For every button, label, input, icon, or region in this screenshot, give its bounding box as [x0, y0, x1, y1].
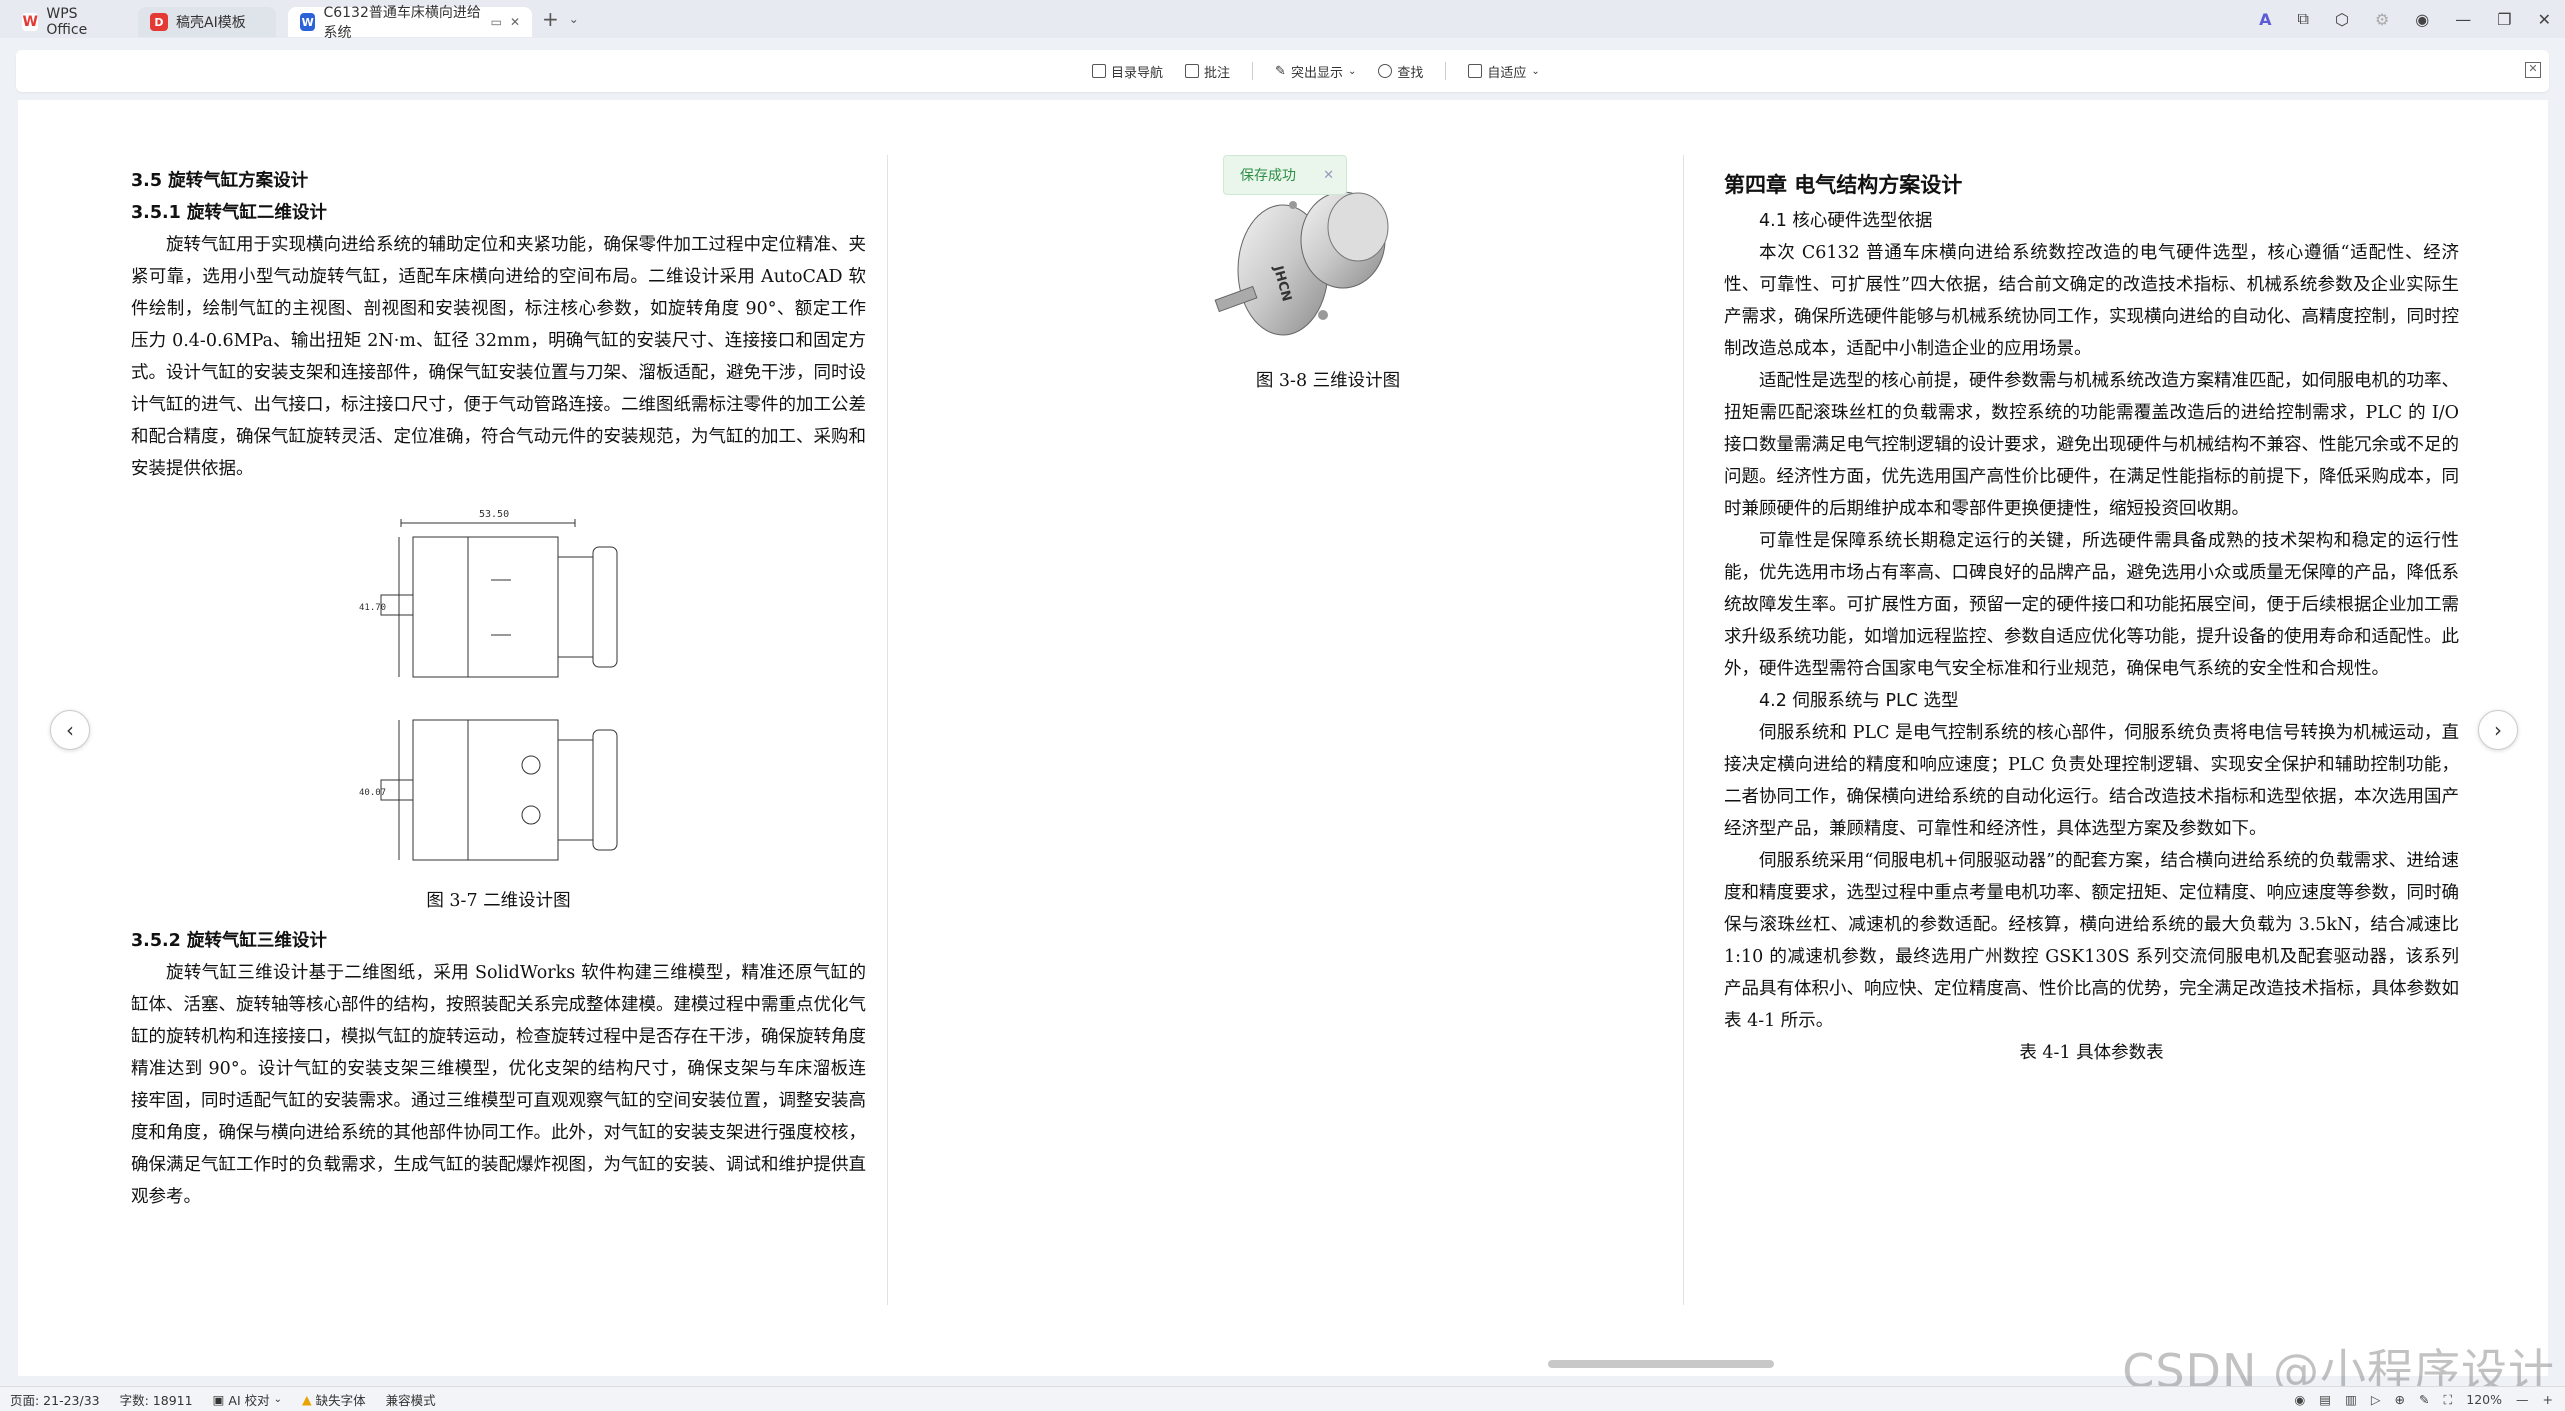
divider — [1445, 62, 1447, 80]
chevron-right-icon: › — [2494, 718, 2502, 742]
status-bar: 页面: 21-23/33 字数: 18911 ▣ AI 校对 ⌄ ▲ 缺失字体 … — [0, 1386, 2565, 1411]
monitor-icon[interactable]: ▭ — [491, 15, 502, 29]
page-indicator[interactable]: 页面: 21-23/33 — [0, 1390, 110, 1409]
write-mode-icon[interactable]: ✎ — [2419, 1392, 2429, 1407]
close-icon[interactable]: ✕ — [2538, 10, 2551, 29]
paragraph: 旋转气缸三维设计基于二维图纸，采用 SolidWorks 软件构建三维模型，精准… — [131, 963, 866, 1207]
page-view-icon[interactable]: ▤ — [2319, 1392, 2331, 1407]
close-icon[interactable]: ✕ — [1323, 168, 1334, 183]
tab-wps-office[interactable]: W WPS Office — [10, 6, 128, 38]
zoom-out-icon[interactable]: — — [2516, 1392, 2529, 1407]
restore-icon[interactable]: ❐ — [2497, 10, 2511, 29]
find-button[interactable]: 查找 — [1378, 62, 1423, 81]
figure-caption: 图 3-7 二维设计图 — [426, 891, 571, 911]
compat-mode: 兼容模式 — [385, 1392, 436, 1408]
paragraph: 伺服系统采用“伺服电机+伺服驱动器”的配套方案，结合横向进给系统的负载需求、进给… — [1724, 851, 2459, 1031]
section-heading: 4.2 伺服系统与 PLC 选型 — [1759, 691, 1959, 711]
prev-page-button[interactable]: ‹ — [50, 710, 90, 750]
toc-nav-button[interactable]: 目录导航 — [1092, 62, 1163, 81]
exit-reading-icon[interactable]: ✕ — [2525, 62, 2541, 78]
paragraph: 可靠性是保障系统长期稳定运行的关键，所选硬件需具备成熟的技术架构和稳定的运行性能… — [1724, 531, 2459, 679]
wps-logo-icon: W — [22, 13, 39, 31]
avatar[interactable]: ◉ — [2415, 10, 2429, 29]
zoom-level[interactable]: 120% — [2466, 1392, 2502, 1407]
chevron-down-icon[interactable]: ⌄ — [569, 12, 579, 26]
next-page-button[interactable]: › — [2478, 710, 2518, 750]
tab-label: C6132普通车床横向进给系统 — [323, 5, 481, 41]
chevron-down-icon: ⌄ — [1347, 65, 1357, 77]
comment-button[interactable]: 批注 — [1185, 62, 1230, 81]
subsection-heading: 3.5.2 旋转气缸三维设计 — [131, 931, 327, 951]
chevron-down-icon: ⌄ — [273, 1393, 282, 1405]
eye-icon[interactable]: ◉ — [2294, 1392, 2305, 1407]
highlight-button[interactable]: ✎ 突出显示 ⌄ — [1275, 62, 1356, 81]
minimize-icon[interactable]: — — [2455, 10, 2471, 29]
warning-icon: ▲ — [302, 1391, 312, 1407]
toc-icon — [1092, 64, 1106, 78]
page-22: JHCN 图 3-8 三维设计图 — [1118, 165, 1538, 397]
window-layout-icon[interactable]: ⧉ — [2298, 9, 2309, 29]
fit-page-icon — [1468, 64, 1483, 78]
paragraph: 伺服系统和 PLC 是电气控制系统的核心部件，伺服系统负责将电信号转换为机械运动… — [1724, 723, 2459, 839]
reading-toolbar: 目录导航 批注 ✎ 突出显示 ⌄ 查找 自适应 ⌄ ✕ — [16, 50, 2549, 92]
subsection-heading: 3.5.1 旋转气缸二维设计 — [131, 203, 327, 223]
figure-2d-drawing: 53.50 41.70 40.07 — [131, 485, 866, 885]
cad-drawing: 53.50 41.70 40.07 — [359, 509, 618, 861]
outline-view-icon[interactable]: ▥ — [2345, 1392, 2357, 1407]
save-success-toast: 保存成功 ✕ — [1223, 155, 1347, 195]
fit-icon[interactable]: ⛶ — [2444, 1392, 2453, 1408]
chevron-left-icon: ‹ — [66, 718, 74, 742]
word-count[interactable]: 字数: 18911 — [110, 1390, 203, 1409]
dimension-label: 53.50 — [479, 509, 509, 520]
proofread-icon: ▣ — [212, 1391, 225, 1407]
settings-icon[interactable]: ⚙ — [2375, 10, 2389, 29]
play-icon[interactable]: ▷ — [2371, 1392, 2381, 1407]
close-tab-icon[interactable]: ✕ — [510, 15, 520, 29]
tab-label: WPS Office — [46, 6, 88, 38]
page-divider — [1683, 155, 1684, 1305]
page-21: 3.5 旋转气缸方案设计 3.5.1 旋转气缸二维设计 旋转气缸用于实现横向进给… — [131, 165, 866, 1213]
document-canvas[interactable]: 3.5 旋转气缸方案设计 3.5.1 旋转气缸二维设计 旋转气缸用于实现横向进给… — [18, 100, 2548, 1376]
figure-caption: 图 3-8 三维设计图 — [1255, 371, 1401, 391]
section-heading: 3.5 旋转气缸方案设计 — [131, 171, 309, 191]
table-caption: 表 4-1 具体参数表 — [2019, 1043, 2164, 1063]
dimension-label: 41.70 — [359, 603, 386, 613]
chapter-title: 第四章 电气结构方案设计 — [1724, 173, 1963, 197]
section-heading: 4.1 核心硬件选型依据 — [1759, 211, 1933, 231]
missing-font-button[interactable]: ▲ 缺失字体 — [292, 1390, 376, 1409]
tab-document[interactable]: W C6132普通车床横向进给系统 ▭ ✕ — [288, 5, 532, 41]
word-doc-icon: W — [300, 13, 316, 31]
web-view-icon[interactable]: ⊕ — [2395, 1392, 2405, 1407]
zoom-in-icon[interactable]: + — [2543, 1392, 2553, 1407]
tab-ai-template[interactable]: D 稿壳AI模板 — [138, 7, 276, 37]
page-divider — [887, 155, 888, 1305]
paragraph: 本次 C6132 普通车床横向进给系统数控改造的电气硬件选型，核心遵循“适配性、… — [1724, 243, 2459, 359]
title-bar: W WPS Office D 稿壳AI模板 W C6132普通车床横向进给系统 … — [0, 0, 2565, 41]
cube-icon[interactable]: ⬡ — [2335, 10, 2349, 29]
highlighter-icon: ✎ — [1275, 63, 1286, 79]
ai-proofread-button[interactable]: ▣ AI 校对 ⌄ — [203, 1390, 292, 1409]
horizontal-scrollbar[interactable] — [1548, 1360, 1774, 1368]
tab-label: 稿壳AI模板 — [176, 15, 246, 31]
fit-button[interactable]: 自适应 ⌄ — [1468, 62, 1540, 81]
window-controls: A ⧉ ⬡ ⚙ ◉ — ❐ ✕ — [2259, 0, 2551, 38]
ai-assistant-icon[interactable]: A — [2259, 10, 2271, 29]
chevron-down-icon: ⌄ — [1531, 65, 1540, 77]
docer-logo-icon: D — [150, 13, 168, 31]
page-23: 第四章 电气结构方案设计 4.1 核心硬件选型依据 本次 C6132 普通车床横… — [1724, 165, 2459, 1069]
dimension-label: 40.07 — [359, 788, 386, 798]
paragraph: 适配性是选型的核心前提，硬件参数需与机械系统改造方案精准匹配，如伺服电机的功率、… — [1724, 371, 2459, 519]
search-icon — [1378, 64, 1393, 78]
comment-icon — [1185, 64, 1200, 78]
divider — [1252, 62, 1254, 80]
new-tab-icon[interactable]: + — [542, 7, 559, 31]
paragraph: 旋转气缸用于实现横向进给系统的辅助定位和夹紧功能，确保零件加工过程中定位精准、夹… — [131, 235, 866, 479]
